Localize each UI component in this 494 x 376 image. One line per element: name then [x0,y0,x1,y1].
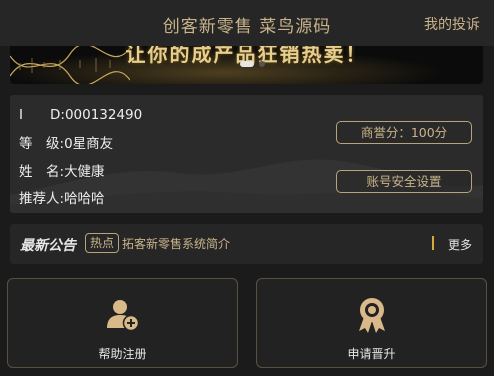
announcement-bar: 最新公告 热点 拓客新零售系统简介 更多 [10,224,483,264]
apply-promotion-label: 申请晋升 [347,347,396,361]
my-complaints-link[interactable]: 我的投诉 [424,14,480,34]
apply-promotion-button[interactable]: 申请晋升 [256,278,487,368]
member-level-row: 等 级:0星商友 [19,132,113,152]
member-name-row: 姓 名:大健康 [19,160,105,180]
hot-badge: 热点 [85,233,120,253]
help-register-label: 帮助注册 [98,347,147,361]
page-title: 创客新零售 菜鸟源码 [162,17,332,37]
help-register-button[interactable]: 帮助注册 [7,278,238,368]
member-level-label: 等 级: [19,136,65,152]
member-level-value: 0星商友 [64,136,114,152]
referrer-label: 推荐人: [19,191,65,207]
referrer-value: 哈哈哈 [64,191,105,207]
banner-pagination [240,61,265,67]
member-profile-card: I D:000132490 等 级:0星商友 姓 名:大健康 推荐人:哈哈哈 商… [10,95,483,213]
app-header: 创客新零售 菜鸟源码 我的投诉 [0,0,494,46]
announcement-divider [432,236,434,250]
promo-banner[interactable]: 让你的成产品狂销热卖！ [10,46,483,84]
add-user-icon [106,300,139,332]
pagination-dot-active[interactable] [240,61,254,67]
pagination-dot[interactable] [259,61,265,67]
reputation-score-button[interactable]: 商誉分：100分 [336,121,472,144]
referrer-row: 推荐人:哈哈哈 [19,187,105,207]
member-id-label: I D: [19,107,65,123]
announcement-heading: 最新公告 [20,238,76,254]
member-name-label: 姓 名: [19,164,65,180]
member-id-value: 000132490 [64,107,143,123]
account-security-button[interactable]: 账号安全设置 [336,170,472,193]
member-name-value: 大健康 [64,164,105,180]
announcement-link[interactable]: 拓客新零售系统简介 [122,235,230,252]
member-id-row: I D:000132490 [19,103,142,123]
more-link[interactable]: 更多 [448,236,472,253]
award-ribbon-icon [358,298,385,333]
